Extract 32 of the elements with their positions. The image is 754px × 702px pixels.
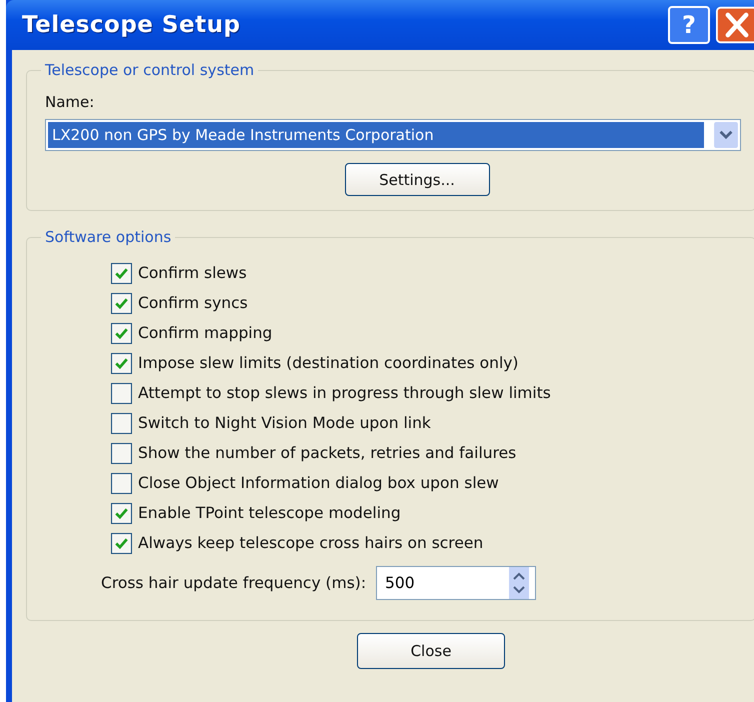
checkbox[interactable] (111, 262, 132, 284)
option-label: Switch to Night Vision Mode upon link (138, 414, 431, 432)
option-label: Confirm slews (138, 264, 247, 282)
name-label: Name: (45, 93, 96, 111)
checkbox[interactable] (111, 502, 132, 524)
option-label: Show the number of packets, retries and failures (138, 444, 516, 462)
checkbox[interactable] (111, 472, 132, 494)
option-label: Confirm syncs (138, 294, 248, 312)
close-icon[interactable] (716, 6, 754, 44)
checkbox[interactable] (111, 292, 132, 314)
option-label: Close Object Information dialog box upon slew (138, 474, 499, 492)
settings-button[interactable]: Settings... (344, 163, 490, 196)
option-label: Attempt to stop slews in progress through slew limits (138, 384, 551, 402)
checkbox[interactable] (111, 352, 132, 374)
frequency-label: Cross hair update frequency (ms): (101, 574, 366, 592)
option-label: Impose slew limits (destination coordinates only) (138, 354, 518, 372)
frequency-spinner[interactable]: 500 (376, 566, 536, 600)
checkbox[interactable] (111, 322, 132, 344)
checkbox[interactable] (111, 442, 132, 464)
checkbox[interactable] (111, 532, 132, 554)
window-title: Telescope Setup (22, 12, 242, 38)
group-title: Software options (41, 228, 176, 246)
close-button[interactable]: Close (357, 633, 505, 669)
checkbox[interactable] (111, 412, 132, 434)
option-label: Always keep telescope cross hairs on screen (138, 534, 484, 552)
checkbox[interactable] (111, 382, 132, 404)
help-button[interactable]: ? (668, 6, 710, 44)
group-title: Telescope or control system (41, 61, 258, 79)
spin-arrows-icon[interactable] (509, 567, 530, 599)
option-label: Enable TPoint telescope modeling (138, 504, 401, 522)
option-label: Confirm mapping (138, 324, 272, 342)
telescope-dropdown[interactable]: LX200 non GPS by Meade Instruments Corporation (45, 119, 741, 151)
